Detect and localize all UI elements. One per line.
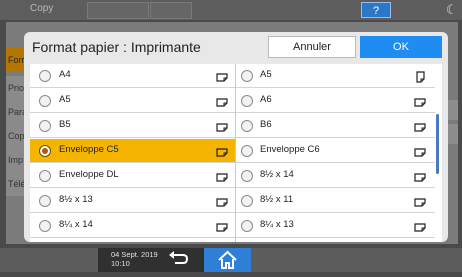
landscape-orientation-icon: [216, 220, 228, 232]
home-button[interactable]: [204, 248, 251, 272]
back-button[interactable]: [166, 250, 190, 268]
background-tab: Forr: [6, 48, 26, 72]
radio-button[interactable]: [39, 220, 51, 232]
option-label: 8½ x 11: [260, 194, 294, 205]
paper-size-option[interactable]: A5: [236, 64, 435, 88]
option-label: 8¼ x 13: [260, 219, 294, 230]
home-icon: [218, 250, 237, 269]
option-label: Enveloppe C6: [260, 144, 320, 155]
radio-selected[interactable]: [39, 145, 51, 157]
paper-size-option[interactable]: Enveloppe C6: [236, 139, 435, 163]
landscape-orientation-icon: [414, 220, 426, 232]
paper-format-dialog: Format papier : Imprimante Annuler OK A4…: [24, 32, 448, 242]
cancel-button[interactable]: Annuler: [268, 36, 356, 58]
top-bar-field: [150, 2, 192, 19]
moon-icon[interactable]: ☾: [446, 2, 458, 18]
radio-button[interactable]: [39, 70, 51, 82]
landscape-orientation-icon: [414, 120, 426, 132]
paper-size-option[interactable]: A5: [30, 89, 235, 113]
app-title: Copy: [30, 3, 54, 14]
paper-size-option[interactable]: A6: [236, 89, 435, 113]
top-bar-field: [87, 2, 149, 19]
radio-button[interactable]: [241, 145, 253, 157]
background-tab: Prio: [6, 76, 26, 100]
radio-button[interactable]: [241, 120, 253, 132]
paper-size-option[interactable]: B6: [236, 114, 435, 138]
landscape-orientation-icon: [216, 120, 228, 132]
background-panel-edge: [447, 124, 458, 144]
landscape-orientation-icon: [414, 195, 426, 207]
option-label: Enveloppe DL: [59, 169, 119, 180]
option-label: A4: [59, 69, 71, 80]
landscape-orientation-icon: [414, 95, 426, 107]
time-text: 10:10: [111, 259, 130, 268]
top-bar: Copy ? ☾: [0, 0, 462, 20]
paper-size-option[interactable]: Enveloppe C5: [30, 139, 235, 163]
option-label: Enveloppe C5: [59, 144, 119, 155]
background-tab: Cop: [6, 124, 26, 148]
option-label: 8½ x 14: [260, 169, 294, 180]
radio-button[interactable]: [241, 95, 253, 107]
landscape-orientation-icon: [216, 195, 228, 207]
dialog-title: Format papier : Imprimante: [32, 39, 201, 55]
paper-size-option[interactable]: B5: [30, 114, 235, 138]
background-panel-edge: [447, 100, 458, 120]
landscape-orientation-icon: [216, 145, 228, 157]
radio-button[interactable]: [241, 195, 253, 207]
option-label: B6: [260, 119, 272, 130]
paper-size-list: A4 A5 A5 A6 B5 B6 Enveloppe C5 Enveloppe C6 Enve…: [30, 64, 442, 242]
option-label: A5: [260, 69, 272, 80]
option-label: 8½ x 13: [59, 194, 93, 205]
paper-size-option[interactable]: 8½ x 11: [236, 189, 435, 213]
landscape-orientation-icon: [414, 145, 426, 157]
radio-button[interactable]: [241, 220, 253, 232]
paper-size-option[interactable]: 8¼ x 14: [30, 214, 235, 238]
option-label: A5: [59, 94, 71, 105]
paper-size-option[interactable]: Enveloppe DL: [30, 164, 235, 188]
date-time: 04 Sept. 2019 10:10: [111, 250, 158, 268]
paper-size-option[interactable]: 8½ x 14: [236, 164, 435, 188]
back-arrow-icon: [169, 251, 189, 264]
radio-button[interactable]: [39, 195, 51, 207]
radio-button[interactable]: [241, 170, 253, 182]
radio-button[interactable]: [241, 70, 253, 82]
paper-size-option[interactable]: A4: [30, 64, 235, 88]
background-tab: Para: [6, 100, 26, 124]
scrollbar-thumb[interactable]: [436, 114, 439, 174]
portrait-orientation-icon: [414, 70, 426, 83]
paper-size-option[interactable]: 8¼ x 13: [236, 214, 435, 238]
background-tab: Télé: [6, 172, 26, 196]
landscape-orientation-icon: [216, 170, 228, 182]
help-button[interactable]: ?: [361, 2, 391, 18]
landscape-orientation-icon: [216, 95, 228, 107]
paper-size-option[interactable]: 8½ x 13: [30, 189, 235, 213]
option-label: B5: [59, 119, 71, 130]
option-label: A6: [260, 94, 272, 105]
landscape-orientation-icon: [414, 170, 426, 182]
date-text: 04 Sept. 2019: [111, 250, 158, 259]
radio-button[interactable]: [39, 170, 51, 182]
radio-button[interactable]: [39, 120, 51, 132]
ok-button[interactable]: OK: [360, 36, 442, 58]
radio-button[interactable]: [39, 95, 51, 107]
landscape-orientation-icon: [216, 70, 228, 82]
background-tab: Imp: [6, 148, 26, 172]
option-label: 8¼ x 14: [59, 219, 93, 230]
